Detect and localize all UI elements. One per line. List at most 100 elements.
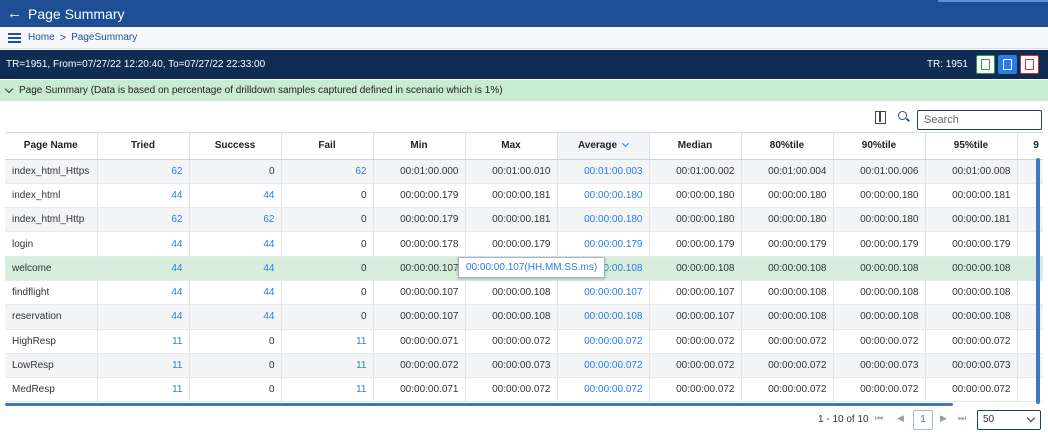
table-cell[interactable]: 00:00:00.180 [557,207,650,233]
table-cell[interactable]: 00:00:00.108 [557,304,650,330]
chevron-down-icon[interactable] [4,84,14,94]
table-cell[interactable]: 00:00:00.072 [557,329,650,354]
table-cell: 00:00:00.108 [833,280,926,306]
pdf-export-button[interactable] [1020,55,1039,74]
table-cell[interactable]: 44 [97,231,190,257]
breadcrumb-home[interactable]: Home [28,32,55,43]
table-cell: 00:00:00.180 [649,183,742,209]
word-export-button[interactable] [998,55,1017,74]
search-icon[interactable] [898,111,907,120]
table-cell: 00:00:00.108 [741,256,834,281]
table-cell[interactable]: 11 [97,329,190,354]
column-header[interactable]: Fail [281,133,374,160]
column-header[interactable]: 95%tile [925,133,1018,160]
pagination: 1 - 10 of 10 ⏮ ◀ 1 ▶ ⏭ 50 [0,409,1048,433]
table-cell[interactable]: 44 [189,231,282,257]
table-cell[interactable]: 62 [97,207,190,233]
table-row[interactable]: findflight 44 44 0 00:00:00.107 00:00:00.108 0… [5,280,1043,306]
page-size-select[interactable]: 50 [977,410,1041,430]
table-cell: 00:00:00.071 [373,377,466,403]
breadcrumb-current[interactable]: PageSummary [71,32,137,43]
excel-export-button[interactable] [976,55,995,74]
table-cell[interactable]: 44 [189,256,282,281]
horizontal-scrollbar[interactable] [5,403,953,406]
table-cell[interactable]: 00:00:00.179 [557,231,650,257]
column-toggle-icon[interactable] [875,111,886,124]
table-cell[interactable]: 44 [97,256,190,281]
table-cell[interactable]: 44 [189,280,282,306]
back-arrow-icon[interactable]: ← [7,6,22,21]
table-cell[interactable]: 00:00:00.107 [557,280,650,306]
table-cell: 0 [189,329,282,354]
last-page-icon[interactable]: ⏭ [958,413,966,424]
table-cell[interactable]: 00:01:00.003 [557,159,650,184]
table-cell[interactable]: 44 [189,304,282,330]
next-page-icon[interactable]: ▶ [940,413,947,424]
table-row[interactable]: HighResp 11 0 11 00:00:00.071 00:00:00.072 00:… [5,329,1043,354]
word-export-icon [1003,59,1012,70]
table-cell[interactable]: 11 [97,377,190,403]
table-cell: 0 [281,231,374,257]
column-header-label: Average [577,140,618,152]
sort-down-icon [622,140,630,148]
chevron-down-icon [1026,413,1036,423]
table-cell: 00:00:00.073 [925,353,1018,379]
table-cell[interactable]: 44 [97,304,190,330]
table-row[interactable]: reservation 44 44 0 00:00:00.107 00:00:00.108… [5,304,1043,330]
table-cell: 00:00:00.108 [833,304,926,330]
table-cell: 0 [281,280,374,306]
page-name-cell: findflight [5,280,98,306]
first-page-icon[interactable]: ⏮ [875,413,883,424]
current-page[interactable]: 1 [913,410,933,430]
column-header[interactable]: Success [189,133,282,160]
table-cell: 00:01:00.004 [741,159,834,184]
column-header[interactable]: 9 [1017,133,1043,160]
test-run-label: TR: 1951 [926,59,968,70]
table-cell[interactable]: 00:00:00.072 [557,377,650,403]
search-input[interactable] [917,110,1042,130]
table-cell: 00:00:00.107 [373,256,466,281]
table-cell: 00:00:00.072 [741,329,834,354]
column-header[interactable]: Max [465,133,558,160]
table-row[interactable]: index_html 44 44 0 00:00:00.179 00:00:00.181 0… [5,183,1043,209]
column-header[interactable]: Median [649,133,742,160]
section-header[interactable]: Page Summary (Data is based on percentag… [0,80,1048,101]
table-cell[interactable]: 44 [97,183,190,209]
page-name-cell: index_html_Https [5,159,98,184]
column-header-average[interactable]: Average [557,133,650,160]
table-cell: 00:01:00.010 [465,159,558,184]
table-cell: 00:00:00.107 [373,304,466,330]
pagination-range: 1 - 10 of 10 [818,414,869,425]
table-cell[interactable]: 00:00:00.072 [557,353,650,379]
table-cell[interactable]: 44 [97,280,190,306]
table-cell[interactable]: 11 [281,329,374,354]
column-header[interactable]: 90%tile [833,133,926,160]
table-cell[interactable]: 62 [189,207,282,233]
table-row[interactable]: index_html_Http 62 62 0 00:00:00.179 00:00:00… [5,207,1043,233]
table-row[interactable]: login 44 44 0 00:00:00.178 00:00:00.179 00:00:… [5,231,1043,257]
column-header[interactable]: Min [373,133,466,160]
table-cell: 00:00:00.107 [373,280,466,306]
table-row[interactable]: index_html_Https 62 0 62 00:01:00.000 00:01:0… [5,159,1043,184]
menu-icon[interactable] [8,32,21,43]
table-cell: 00:01:00.008 [925,159,1018,184]
column-header[interactable]: Page Name [5,133,98,160]
table-row[interactable]: MedResp 11 0 11 00:00:00.071 00:00:00.072 00:0… [5,377,1043,403]
table-cell[interactable]: 44 [189,183,282,209]
table-cell: 00:00:00.180 [741,183,834,209]
vertical-scrollbar[interactable] [1036,158,1040,404]
column-header[interactable]: Tried [97,133,190,160]
table-cell: 00:00:00.072 [373,353,466,379]
column-header[interactable]: 80%tile [741,133,834,160]
table-cell[interactable]: 62 [281,159,374,184]
table-cell: 00:01:00.002 [649,159,742,184]
table-cell[interactable]: 62 [97,159,190,184]
table-cell: 00:00:00.179 [373,207,466,233]
prev-page-icon[interactable]: ◀ [897,413,904,424]
table-cell: 00:00:00.180 [833,183,926,209]
table-cell[interactable]: 11 [281,353,374,379]
table-cell[interactable]: 00:00:00.180 [557,183,650,209]
table-cell[interactable]: 11 [281,377,374,403]
table-row[interactable]: LowResp 11 0 11 00:00:00.072 00:00:00.073 00:0… [5,353,1043,379]
table-cell[interactable]: 11 [97,353,190,379]
